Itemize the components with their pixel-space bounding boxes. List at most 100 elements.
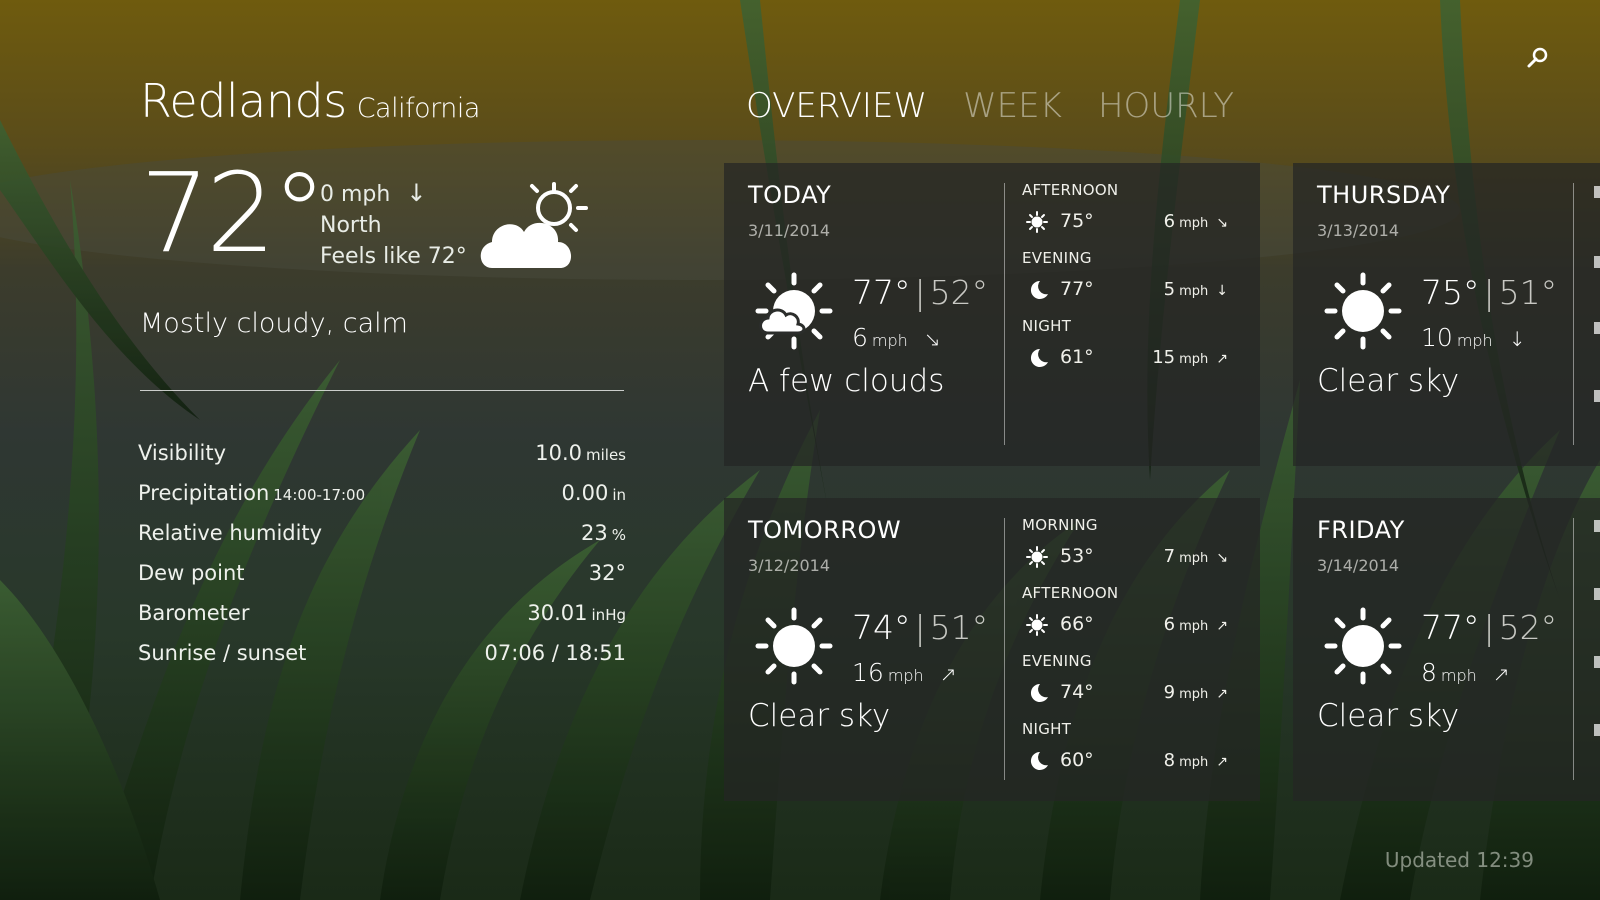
detail-row: Precipitation 14:00-17:00 0.00 in (138, 481, 626, 521)
card-date: 3/11/2014 (748, 221, 831, 240)
card-divider (1573, 518, 1574, 780)
period-label: AFTERNOON (1022, 584, 1119, 602)
detail-value: 07:06 / 18:51 (484, 641, 626, 665)
period-label: AFTERNOON (1022, 181, 1119, 199)
detail-row: Barometer 30.01 inHg (138, 601, 626, 641)
detail-label: Barometer (138, 601, 250, 625)
detail-unit: miles (586, 446, 626, 464)
low-temp: 51° (929, 608, 989, 647)
card-date: 3/14/2014 (1317, 556, 1400, 575)
updated-time: Updated 12:39 (1384, 848, 1534, 872)
period-label: NIGHT (1022, 317, 1072, 335)
card-date: 3/12/2014 (748, 556, 831, 575)
detail-value: 23% (581, 521, 626, 545)
day-description: Clear sky (1317, 363, 1460, 399)
card-divider (1004, 183, 1005, 445)
search-icon[interactable] (1526, 46, 1550, 70)
wind-arrow-icon: ↘ (923, 327, 941, 351)
card-title: THURSDAY (1317, 181, 1451, 209)
current-wind-direction: North (320, 213, 382, 238)
current-wind-info: 0 mph ↓ North Feels like 72° (320, 178, 467, 272)
current-condition: Mostly cloudy, calm (140, 308, 408, 339)
tab-week[interactable]: WEEK (963, 86, 1062, 126)
state-name: California (356, 93, 481, 124)
day-wind: 16 mph ↗ (852, 658, 957, 687)
day-description: Clear sky (1317, 698, 1460, 734)
detail-unit: in (612, 486, 626, 504)
detail-value: 32° (588, 561, 626, 585)
current-wind-speed: 0 mph (320, 182, 391, 207)
partly-cloudy-icon (480, 182, 588, 268)
period-wind: 5 mph ↓ (1163, 279, 1228, 300)
tab-hourly[interactable]: HOURLY (1098, 86, 1234, 126)
period-wind: 7 mph ↘ (1163, 546, 1228, 567)
card-divider (1004, 518, 1005, 780)
partly-cloudy-icon (755, 272, 833, 350)
hi-lo-temperature: 77° | 52° (1421, 608, 1558, 647)
high-temp: 75° (1421, 273, 1480, 312)
detail-row: Sunrise / sunset 07:06 / 18:51 (138, 641, 626, 681)
period-temp: 53° (1060, 545, 1094, 567)
feels-like: Feels like 72° (320, 244, 467, 269)
detail-value: 0.00 in (561, 481, 626, 505)
period-temp: 60° (1060, 749, 1094, 771)
wind-arrow-icon: ↓ (406, 179, 427, 207)
period-temp: 74° (1060, 681, 1094, 703)
thursday-card[interactable]: THURSDAY 3/13/2014 75° | 51° 10 mph ↓ Clear … (1293, 163, 1600, 466)
hi-lo-temperature: 74° | 51° (852, 608, 989, 647)
sun-icon (1324, 272, 1402, 350)
tab-overview[interactable]: OVERVIEW (746, 86, 927, 126)
detail-label: Relative humidity (138, 521, 323, 545)
detail-label: Precipitation 14:00-17:00 (138, 481, 366, 505)
view-tabs: OVERVIEW WEEK HOURLY (746, 86, 1234, 126)
detail-row: Dew point 32° (138, 561, 626, 601)
period-wind: 6 mph ↘ (1163, 211, 1228, 232)
wind-arrow-icon: ↘ (1216, 550, 1228, 566)
wind-arrow-icon: ↗ (1216, 618, 1228, 634)
city-name: Redlands (140, 74, 347, 128)
tomorrow-card[interactable]: TOMORROW 3/12/2014 74° | 51° 16 mph ↗ Clear … (724, 498, 1260, 801)
low-temp: 51° (1498, 273, 1558, 312)
sun-icon (1324, 607, 1402, 685)
period-wind: 15 mph ↗ (1152, 347, 1228, 368)
period-temp: 75° (1060, 210, 1094, 232)
wind-arrow-icon: ↗ (1216, 686, 1228, 702)
detail-row: Visibility 10.0 miles (138, 441, 626, 481)
wind-arrow-icon: ↗ (1216, 351, 1228, 367)
details-list: Visibility 10.0 miles Precipitation 14:00-17… (138, 441, 626, 681)
detail-unit: inHg (591, 606, 626, 624)
detail-row: Relative humidity 23% (138, 521, 626, 561)
wind-arrow-icon: ↗ (1216, 754, 1228, 770)
period-temp: 61° (1060, 346, 1094, 368)
sun-icon (1026, 211, 1048, 233)
low-temp: 52° (1498, 608, 1558, 647)
period-wind: 8 mph ↗ (1163, 750, 1228, 771)
sun-icon (1026, 614, 1048, 636)
card-date: 3/13/2014 (1317, 221, 1400, 240)
wind-arrow-icon: ↘ (1216, 215, 1228, 231)
hi-lo-temperature: 75° | 51° (1421, 273, 1558, 312)
sun-icon (1026, 546, 1048, 568)
detail-value: 10.0 miles (535, 441, 626, 465)
detail-unit: % (611, 526, 626, 544)
high-temp: 77° (1421, 608, 1480, 647)
detail-value: 30.01 inHg (527, 601, 626, 625)
card-divider (1573, 183, 1574, 445)
moon-icon (1030, 348, 1048, 367)
wind-arrow-icon: ↗ (1492, 662, 1510, 686)
period-temp: 66° (1060, 613, 1094, 635)
moon-icon (1030, 751, 1048, 770)
period-label: EVENING (1022, 249, 1092, 267)
high-temp: 74° (852, 608, 911, 647)
divider (140, 390, 624, 391)
today-card[interactable]: TODAY 3/11/2014 77° | 52° 6 mph ↘ A few clou… (724, 163, 1260, 466)
detail-label: Visibility (138, 441, 227, 465)
wind-arrow-icon: ↓ (1508, 327, 1526, 351)
high-temp: 77° (852, 273, 911, 312)
detail-sublabel: 14:00-17:00 (273, 486, 366, 504)
period-wind: 9 mph ↗ (1163, 682, 1228, 703)
period-wind: 6 mph ↗ (1163, 614, 1228, 635)
card-title: TODAY (748, 181, 832, 209)
low-temp: 52° (929, 273, 989, 312)
friday-card[interactable]: FRIDAY 3/14/2014 77° | 52° 8 mph ↗ Clear sky (1293, 498, 1600, 801)
